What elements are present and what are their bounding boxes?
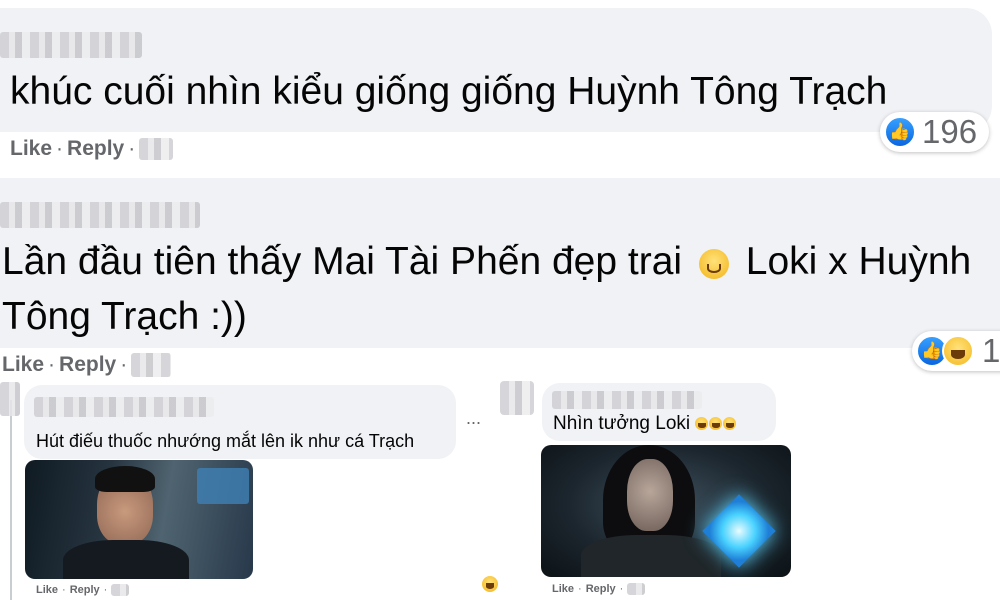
comment-bubble-1: khúc cuối nhìn kiểu giống giống Huỳnh Tô… <box>0 8 992 132</box>
reply-text-label: Nhìn tưởng Loki <box>553 413 691 434</box>
reaction-count: 196 <box>922 113 978 150</box>
like-button[interactable]: Like <box>2 353 44 376</box>
reply-bubble-1: Hút điếu thuốc nhướng mắt lên ik như cá … <box>24 385 456 459</box>
reply-actions-2: Like · Reply · <box>552 583 646 596</box>
reply-actions-1: Like · Reply · <box>36 584 130 597</box>
separator: · <box>128 137 136 160</box>
laughing-face-icon <box>695 417 709 431</box>
more-options-button[interactable]: ... <box>466 408 481 429</box>
reaction-summary-1[interactable]: 👍 196 <box>880 112 990 152</box>
separator: · <box>619 583 624 595</box>
like-button[interactable]: Like <box>552 583 574 595</box>
person-body <box>63 540 189 579</box>
timestamp-redacted[interactable] <box>111 584 130 597</box>
comment-actions-2: Like · Reply · <box>2 353 172 378</box>
person-hair <box>95 466 155 492</box>
reply-button[interactable]: Reply <box>70 584 100 596</box>
like-icon: 👍 <box>884 116 916 148</box>
comment-text: khúc cuối nhìn kiểu giống giống Huỳnh Tô… <box>10 70 888 113</box>
reply-bubble-2: Nhìn tưởng Loki <box>542 383 776 441</box>
smiling-face-icon <box>698 248 729 279</box>
monitor-shape <box>197 468 249 504</box>
person-face <box>627 459 673 531</box>
reply-button[interactable]: Reply <box>67 137 124 160</box>
reply-text: Nhìn tưởng Loki <box>553 413 737 435</box>
reply-photo-2[interactable] <box>541 445 791 577</box>
like-button[interactable]: Like <box>36 584 58 596</box>
separator: · <box>120 353 128 376</box>
reply-photo-1[interactable] <box>25 460 253 579</box>
replier-name-redacted[interactable] <box>34 397 214 417</box>
comment-text-line1: Lần đầu tiên thấy Mai Tài Phến đẹp trai <box>2 240 683 283</box>
reply-button[interactable]: Reply <box>586 583 616 595</box>
reaction-summary-2[interactable]: 👍 1 <box>912 331 1000 371</box>
timestamp-redacted[interactable] <box>131 353 172 378</box>
separator: · <box>62 584 66 596</box>
like-button[interactable]: Like <box>10 137 52 160</box>
comment-text: Lần đầu tiên thấy Mai Tài Phến đẹp trai … <box>2 234 1000 344</box>
separator: · <box>578 583 582 595</box>
comment-bubble-2: Lần đầu tiên thấy Mai Tài Phến đẹp trai … <box>0 178 1000 348</box>
comment-actions-1: Like · Reply · <box>10 137 174 161</box>
haha-icon <box>942 335 974 367</box>
reply-text: Hút điếu thuốc nhướng mắt lên ik như cá … <box>36 431 415 451</box>
timestamp-redacted[interactable] <box>139 138 174 161</box>
laughing-face-icon <box>709 417 723 431</box>
haha-reaction-icon[interactable] <box>482 576 498 592</box>
avatar-redacted[interactable] <box>500 381 534 415</box>
person-body <box>581 535 721 577</box>
timestamp-redacted[interactable] <box>627 583 646 596</box>
reaction-count: 1 <box>982 332 1000 369</box>
separator: · <box>103 584 108 596</box>
reply-button[interactable]: Reply <box>59 353 116 376</box>
avatar-redacted[interactable] <box>0 382 20 416</box>
replier-name-redacted[interactable] <box>552 391 702 409</box>
separator: · <box>48 353 56 376</box>
separator: · <box>56 137 64 160</box>
commenter-name-redacted[interactable] <box>0 32 142 58</box>
laughing-face-icon <box>723 417 737 431</box>
thread-line <box>10 400 12 600</box>
commenter-name-redacted[interactable] <box>0 202 200 228</box>
